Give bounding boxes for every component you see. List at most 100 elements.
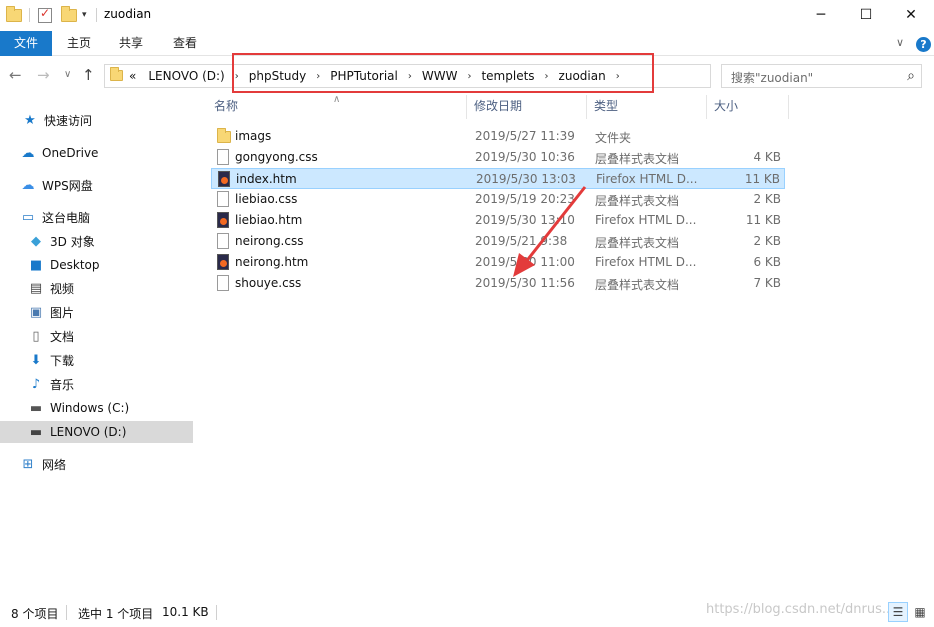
selection-size: 10.1 KB	[162, 605, 209, 619]
firefox-html-icon	[217, 254, 229, 270]
cloud-icon: ☁	[21, 145, 35, 161]
sidebar-item-downloads[interactable]: ⬇ 下载	[0, 349, 193, 371]
file-name: liebiao.css	[235, 192, 298, 206]
close-button[interactable]: ✕	[888, 0, 934, 30]
back-button[interactable]: ←	[9, 66, 22, 84]
sidebar-item-network[interactable]: ⊞ 网络	[0, 453, 193, 475]
sidebar-item-label: Windows (C:)	[50, 401, 130, 415]
file-type: 层叠样式表文档	[595, 278, 680, 292]
help-icon[interactable]: ?	[916, 37, 931, 52]
file-row[interactable]: shouye.css 2019/5/30 11:56 层叠样式表文档 7 KB	[211, 273, 785, 294]
computer-icon: ▭	[21, 209, 35, 225]
sidebar-item-label: 快速访问	[44, 113, 93, 128]
folder-icon	[217, 128, 231, 143]
file-row[interactable]: imags 2019/5/27 11:39 文件夹	[211, 126, 785, 147]
file-type: 层叠样式表文档	[595, 194, 680, 208]
recent-locations-button[interactable]: ∨	[64, 69, 71, 80]
new-folder-icon[interactable]	[61, 5, 77, 24]
toolbar-divider	[29, 8, 30, 22]
column-header-type[interactable]: 类型	[579, 93, 699, 119]
sidebar-item-onedrive[interactable]: ☁ OneDrive	[0, 142, 193, 164]
file-name: gongyong.css	[235, 150, 318, 164]
sidebar-item-music[interactable]: ♪ 音乐	[0, 373, 193, 395]
item-count: 8 个项目	[11, 607, 59, 621]
sidebar-item-pictures[interactable]: ▣ 图片	[0, 301, 193, 323]
file-row[interactable]: liebiao.css 2019/5/19 20:23 层叠样式表文档 2 KB	[211, 189, 785, 210]
sidebar-item-quick-access[interactable]: ★ 快速访问	[0, 109, 193, 131]
toolbar-divider	[96, 8, 97, 22]
up-button[interactable]: ↑	[82, 66, 95, 84]
search-input[interactable]: 搜索"zuodian" ⌕	[721, 64, 922, 88]
large-icons-view-button[interactable]: ▦	[910, 602, 930, 622]
file-date: 2019/5/27 11:39	[475, 129, 575, 143]
desktop-icon: ■	[29, 257, 43, 273]
forward-button[interactable]: →	[37, 66, 50, 84]
tab-file[interactable]: 文件	[0, 31, 52, 56]
file-type: Firefox HTML D...	[595, 213, 697, 227]
file-name: index.htm	[236, 172, 297, 186]
search-placeholder: 搜索"zuodian"	[731, 71, 814, 85]
details-view-icon: ☰	[892, 605, 904, 619]
file-type: Firefox HTML D...	[595, 255, 697, 269]
column-header-date[interactable]: 修改日期	[459, 93, 579, 119]
sidebar-item-drive-d[interactable]: ▬ LENOVO (D:)	[0, 421, 193, 443]
network-icon: ⊞	[22, 456, 34, 472]
file-row[interactable]: gongyong.css 2019/5/30 10:36 层叠样式表文档 4 K…	[211, 147, 785, 168]
file-row[interactable]: neirong.htm 2019/5/30 11:00 Firefox HTML…	[211, 252, 785, 273]
file-size: 2 KB	[753, 192, 781, 206]
picture-icon: ▣	[29, 304, 43, 320]
breadcrumb-drive[interactable]: LENOVO (D:)	[142, 69, 230, 83]
expand-ribbon-icon[interactable]: ∨	[896, 36, 904, 49]
search-icon[interactable]: ⌕	[907, 68, 915, 84]
sidebar-item-wps-cloud[interactable]: ☁ WPS网盘	[0, 174, 193, 196]
tab-home[interactable]: 主页	[58, 31, 100, 56]
minimize-button[interactable]: ─	[798, 0, 844, 30]
sidebar-item-label: WPS网盘	[42, 178, 93, 193]
file-name: neirong.css	[235, 234, 304, 248]
file-name: neirong.htm	[235, 255, 309, 269]
sidebar-item-videos[interactable]: ▤ 视频	[0, 277, 193, 299]
sidebar-item-label: 图片	[50, 305, 75, 320]
annotation-highlight-box	[232, 53, 654, 93]
file-row-selected[interactable]: index.htm 2019/5/30 13:03 Firefox HTML D…	[211, 168, 785, 189]
details-view-button[interactable]: ☰	[888, 602, 908, 622]
tab-view[interactable]: 查看	[164, 31, 206, 56]
file-name: shouye.css	[235, 276, 302, 290]
status-divider	[216, 605, 217, 620]
file-size: 4 KB	[753, 150, 781, 164]
annotation-arrow-shaft	[523, 186, 587, 264]
sidebar-item-label: LENOVO (D:)	[50, 425, 127, 439]
file-name: liebiao.htm	[235, 213, 303, 227]
annotation-arrow	[513, 186, 587, 277]
column-header-name[interactable]: 名称 ∧	[199, 93, 459, 119]
file-row[interactable]: neirong.css 2019/5/21 9:38 层叠样式表文档 2 KB	[211, 231, 785, 252]
file-size: 2 KB	[753, 234, 781, 248]
column-header-size[interactable]: 大小	[699, 93, 789, 119]
music-icon: ♪	[31, 376, 41, 392]
sidebar-item-this-pc[interactable]: ▭ 这台电脑	[0, 206, 193, 228]
column-divider[interactable]	[788, 95, 789, 119]
file-size: 6 KB	[753, 255, 781, 269]
maximize-button[interactable]: ☐	[843, 0, 889, 30]
customize-toolbar-icon[interactable]: ▾	[82, 6, 87, 24]
file-row[interactable]: liebiao.htm 2019/5/30 13:10 Firefox HTML…	[211, 210, 785, 231]
column-label: 名称	[214, 99, 239, 113]
breadcrumb-overflow[interactable]: «	[129, 69, 142, 83]
sidebar-item-label: 视频	[50, 281, 75, 296]
properties-icon[interactable]	[38, 6, 52, 24]
large-icons-view-icon: ▦	[914, 605, 926, 619]
tab-share[interactable]: 共享	[110, 31, 152, 56]
sidebar-item-3d-objects[interactable]: ◆ 3D 对象	[0, 230, 193, 252]
sidebar-item-drive-c[interactable]: ▬ Windows (C:)	[0, 397, 193, 419]
sidebar-item-desktop[interactable]: ■ Desktop	[0, 254, 193, 276]
sidebar-item-documents[interactable]: ▯ 文档	[0, 325, 193, 347]
wps-cloud-icon: ☁	[21, 177, 35, 193]
sidebar-item-label: Desktop	[50, 258, 100, 272]
file-size: 7 KB	[753, 276, 781, 290]
folder-icon	[6, 5, 22, 24]
navigation-pane: ★ 快速访问 ☁ OneDrive ☁ WPS网盘 ▭ 这台电脑 ◆ 3D 对象…	[0, 93, 193, 598]
sidebar-item-label: 这台电脑	[42, 210, 91, 225]
file-size: 11 KB	[744, 172, 780, 186]
sidebar-item-label: 文档	[50, 329, 75, 344]
file-type: 层叠样式表文档	[595, 152, 680, 166]
